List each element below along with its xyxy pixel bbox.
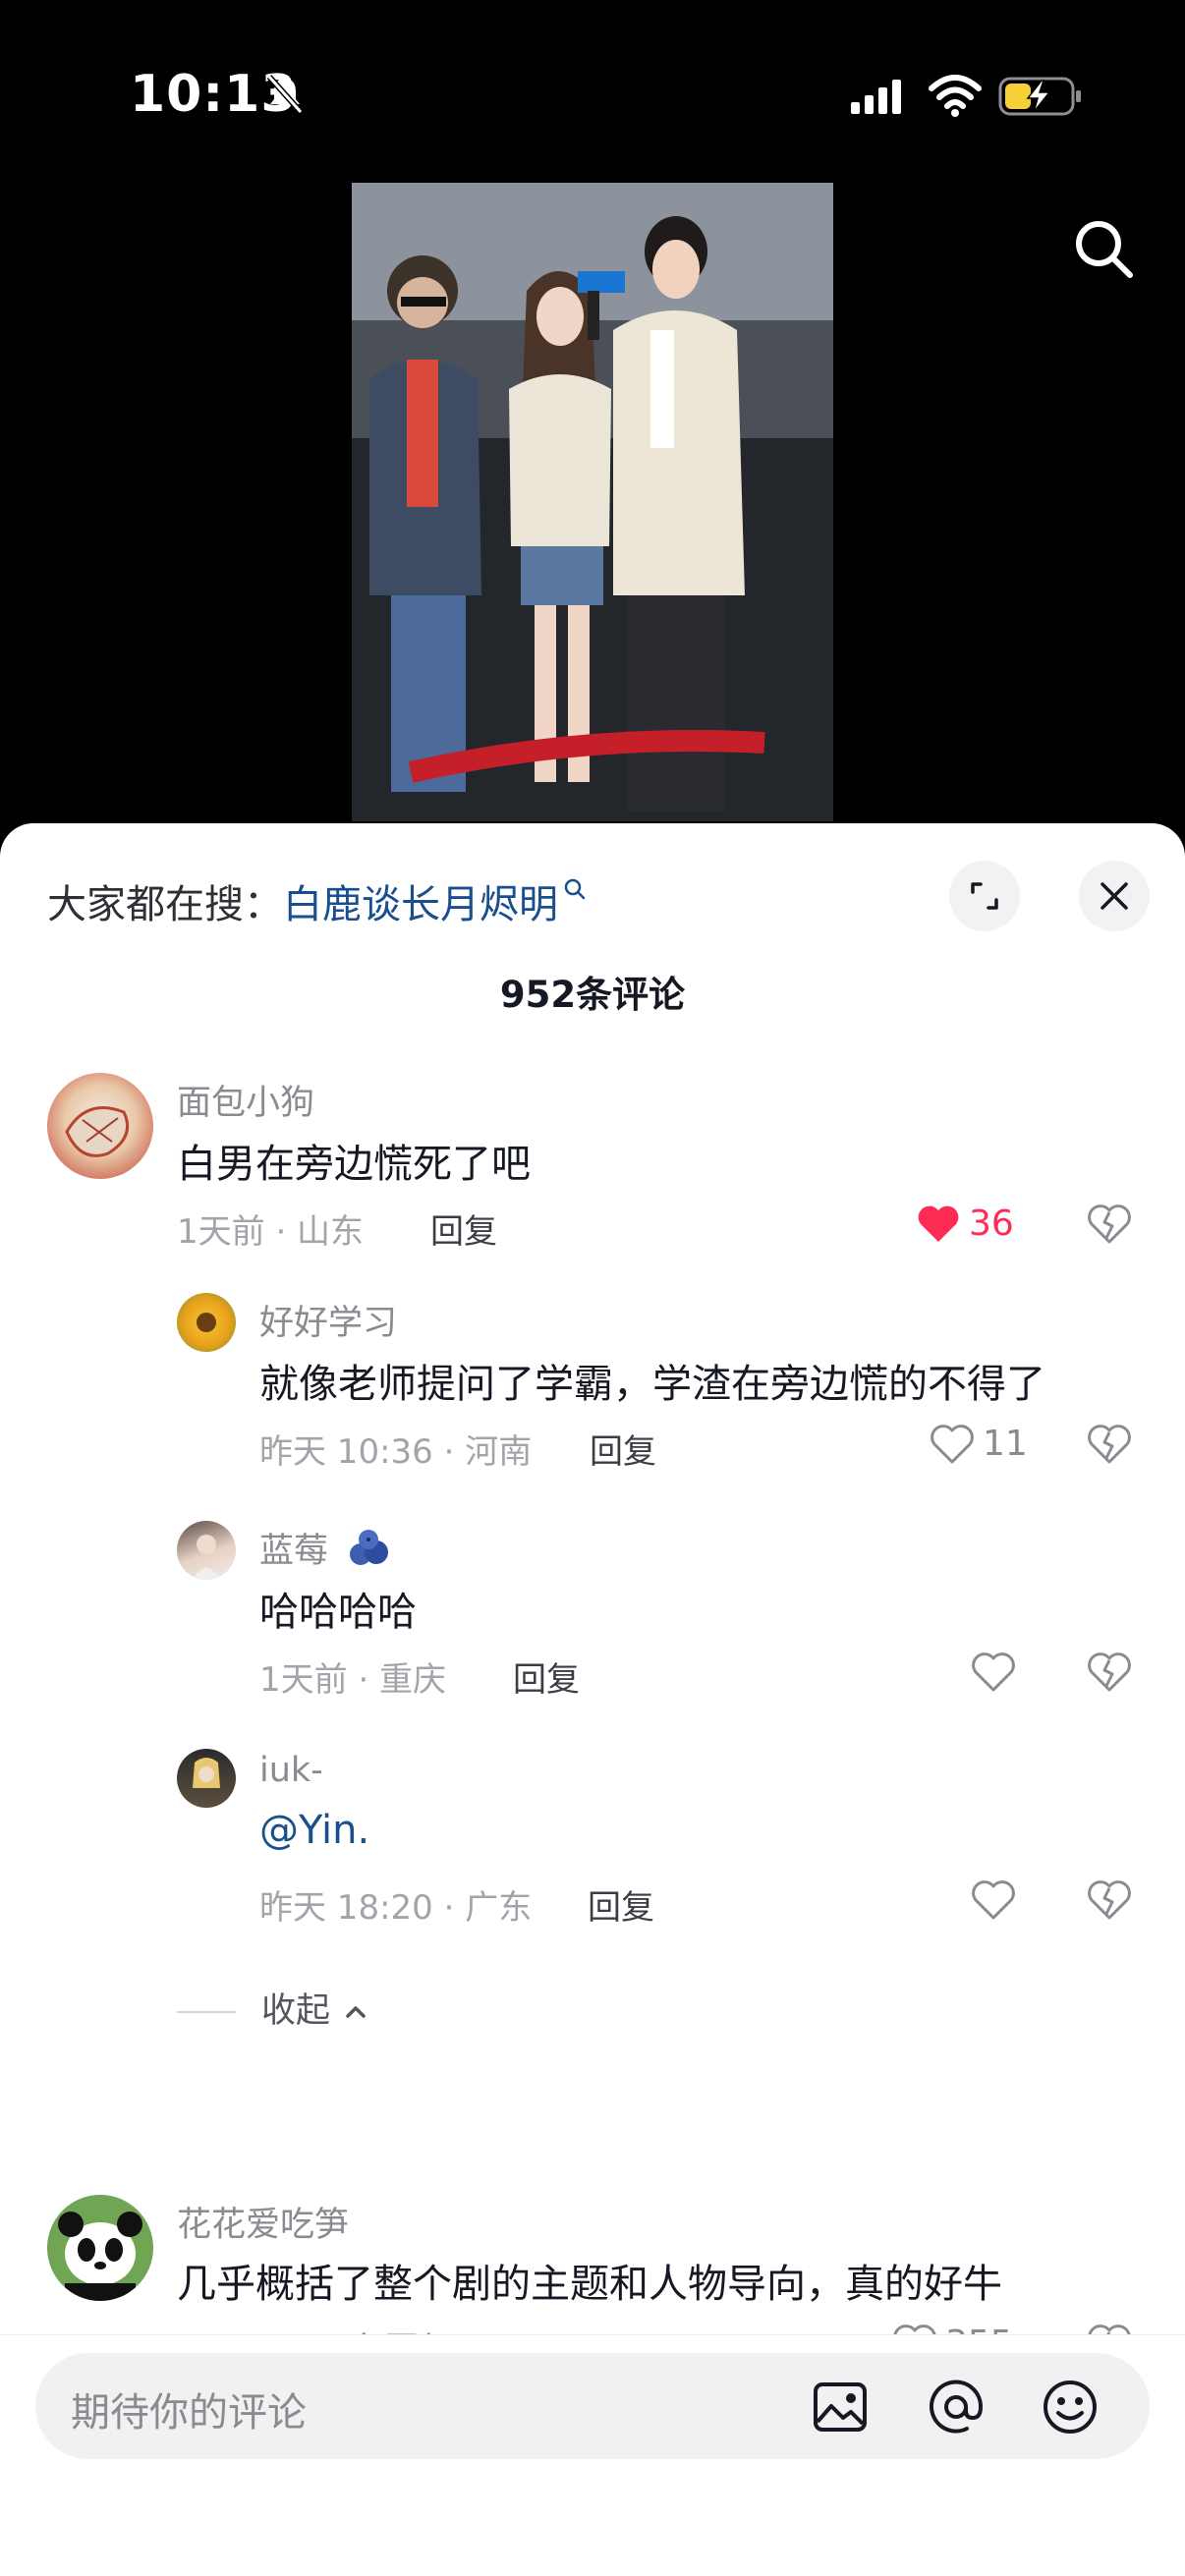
video-player[interactable]	[352, 183, 833, 821]
panda-avatar	[58, 2212, 142, 2301]
comment-username[interactable]: iuk-	[259, 1751, 323, 1790]
like-count: 36	[969, 1203, 1014, 1244]
heart-outline-icon	[972, 1880, 1015, 1920]
comment-username[interactable]: 蓝莓	[259, 1523, 392, 1573]
comment-sheet: 大家都在搜：白鹿谈长月烬明 952条评论 面包小狗 白男在旁边慌死了吧 1天前 …	[0, 823, 1185, 2576]
expand-button[interactable]	[949, 861, 1020, 931]
divider	[177, 2011, 236, 2013]
hot-search-prefix: 大家都在搜：	[47, 882, 283, 927]
avatar[interactable]	[47, 1073, 153, 1179]
dislike-icon[interactable]	[1085, 1419, 1134, 1468]
heart-outline-icon	[972, 1652, 1015, 1692]
close-button[interactable]	[1079, 861, 1150, 931]
dislike-icon[interactable]	[1085, 1647, 1134, 1696]
bell-slash-icon	[266, 75, 304, 114]
like-count: 11	[983, 1423, 1028, 1464]
blueberry-emoji-icon	[350, 1530, 389, 1565]
like-button[interactable]	[969, 1875, 1018, 1924]
avatar-image	[65, 1106, 129, 1157]
heart-outline-icon	[931, 1425, 974, 1464]
chevron-up-icon	[346, 2006, 366, 2018]
avatar[interactable]	[177, 1521, 236, 1580]
avatar[interactable]	[177, 1293, 236, 1352]
sunflower-avatar	[197, 1313, 216, 1332]
emoji-smile-icon[interactable]	[1040, 2377, 1100, 2437]
comment-meta: 1天前 · 重庆	[259, 1660, 447, 1700]
expand-icon	[971, 882, 998, 910]
wifi-icon	[929, 75, 982, 117]
battery-charging-icon	[998, 77, 1081, 116]
like-button[interactable]: 36	[914, 1199, 1014, 1248]
dislike-icon[interactable]	[1085, 1875, 1134, 1924]
hot-search-bar[interactable]: 大家都在搜：白鹿谈长月烬明	[47, 872, 588, 929]
dislike-icon[interactable]	[1085, 1199, 1134, 1248]
comment-text: 白男在旁边慌死了吧	[177, 1142, 531, 1187]
reply-button[interactable]: 回复	[430, 1204, 497, 1253]
comment-input[interactable]: 期待你的评论	[35, 2353, 1150, 2459]
cellular-signal-icon	[851, 80, 901, 114]
comment-meta: 昨天 10:36 · 河南	[259, 1432, 533, 1472]
comment-text: 几乎概括了整个剧的主题和人物导向，真的好牛	[177, 2262, 1002, 2307]
reply-button[interactable]: 回复	[513, 1652, 580, 1701]
comment-username[interactable]: 花花爱吃笋	[177, 2197, 349, 2247]
comment-input-bar: 期待你的评论	[0, 2334, 1185, 2576]
heart-filled-icon	[918, 1205, 959, 1242]
comment-username[interactable]: 面包小狗	[177, 1075, 314, 1125]
collapse-replies-button[interactable]: 收起	[177, 1983, 370, 2033]
at-mention-icon[interactable]	[926, 2377, 987, 2437]
comment-text: 就像老师提问了学霸，学渣在旁边慌的不得了	[259, 1362, 1045, 1407]
mention-link[interactable]: @Yin.	[259, 1808, 369, 1853]
comment-username[interactable]: 好好学习	[259, 1295, 397, 1345]
portrait-avatar	[193, 1758, 220, 1788]
like-button[interactable]: 11	[928, 1419, 1028, 1468]
comment-count: 952条评论	[499, 974, 686, 1016]
status-bar: 10:13	[0, 0, 1185, 187]
reply-button[interactable]: 回复	[588, 1880, 654, 1929]
close-icon	[1100, 882, 1128, 910]
comment-meta: 1天前 · 山东	[177, 1212, 365, 1252]
search-small-icon	[564, 878, 586, 900]
collapse-label: 收起	[261, 1991, 331, 2031]
comment-text: 哈哈哈哈	[259, 1590, 417, 1635]
comment-input-placeholder: 期待你的评论	[71, 2390, 307, 2436]
like-button[interactable]	[969, 1647, 1018, 1696]
comment-meta: 昨天 18:20 · 广东	[259, 1888, 533, 1928]
avatar[interactable]	[177, 1749, 236, 1808]
avatar[interactable]	[47, 2195, 153, 2301]
video-thumbnail	[352, 183, 833, 821]
image-icon[interactable]	[810, 2377, 871, 2437]
portrait-avatar	[193, 1535, 220, 1580]
hot-search-keyword[interactable]: 白鹿谈长月烬明	[283, 882, 558, 927]
reply-button[interactable]: 回复	[590, 1425, 656, 1473]
search-icon[interactable]	[1069, 214, 1138, 283]
